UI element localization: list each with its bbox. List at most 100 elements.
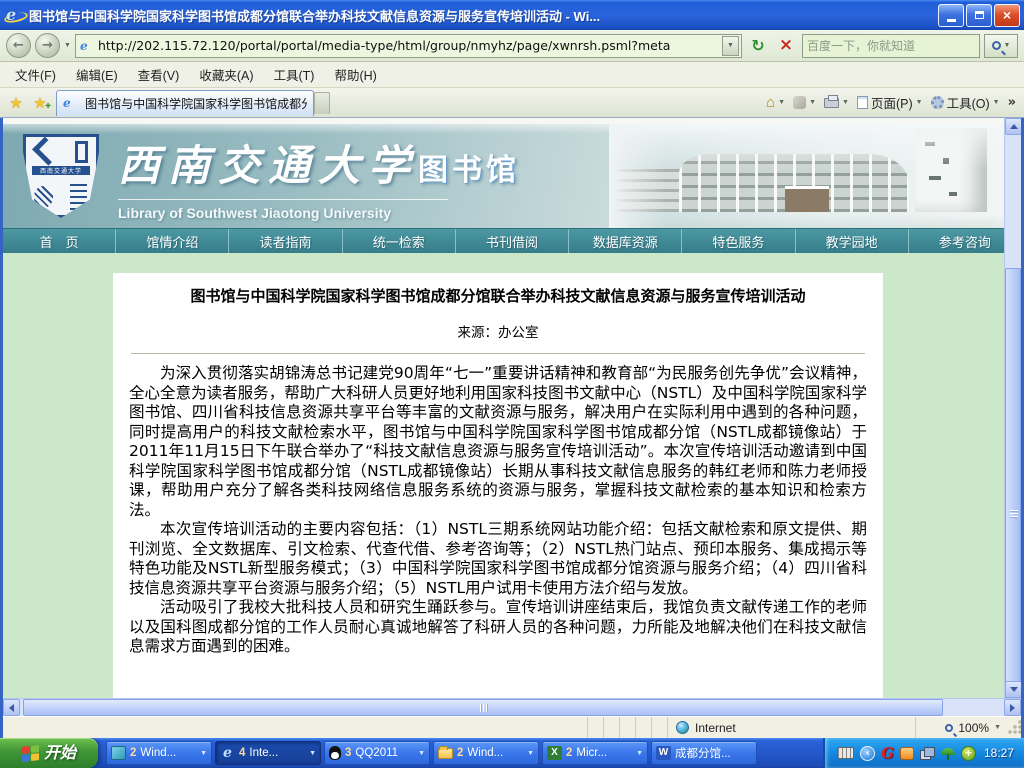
toolbar-overflow-button[interactable]: » (1008, 96, 1016, 109)
scroll-down-button[interactable] (1005, 681, 1021, 698)
zoom-control[interactable]: 100% ▼ (915, 717, 1007, 738)
menu-file[interactable]: 文件(F) (6, 62, 65, 87)
taskbar-group-windows-1[interactable]: 2 Wind... ▼ (106, 741, 212, 765)
minimize-button[interactable] (938, 4, 964, 27)
taskbar-group-excel[interactable]: X 2 Micr... ▼ (542, 741, 648, 765)
restore-icon (975, 11, 984, 19)
address-input[interactable] (98, 38, 722, 53)
search-button[interactable]: ▼ (984, 34, 1018, 58)
scroll-left-button[interactable] (3, 699, 20, 716)
menu-favorites[interactable]: 收藏夹(A) (190, 62, 262, 87)
scroll-right-button[interactable] (1004, 699, 1021, 716)
status-message (3, 717, 587, 738)
arrow-up-icon (1010, 124, 1018, 129)
zoom-magnifier-icon (945, 724, 953, 732)
chevron-down-icon: ▼ (778, 99, 785, 106)
address-field[interactable]: e ▼ (75, 34, 742, 58)
network-icon[interactable] (920, 747, 935, 759)
feeds-button[interactable]: ▼ (793, 96, 816, 109)
status-cell (619, 717, 635, 738)
menu-help[interactable]: 帮助(H) (325, 62, 385, 87)
history-dropdown[interactable]: ▼ (64, 42, 71, 49)
horizontal-scrollbar[interactable] (3, 698, 1021, 716)
menu-tools[interactable]: 工具(T) (264, 62, 323, 87)
page-content: 图书馆与中国科学院国家科学图书馆成都分馆联合举办科技文献信息资源与服务宣传培训活… (3, 253, 1021, 698)
nav-item-home[interactable]: 首 页 (3, 229, 116, 253)
scroll-up-button[interactable] (1005, 118, 1021, 135)
tools-menu-button[interactable]: 工具(O)▼ (931, 93, 1000, 112)
back-button[interactable]: ← (6, 33, 31, 58)
status-bar: Internet 100% ▼ (3, 716, 1021, 738)
arrow-right-icon (1010, 704, 1015, 712)
plus-icon: + (45, 102, 51, 112)
close-button[interactable]: × (994, 4, 1020, 27)
tray-g-app-icon[interactable]: G (881, 746, 894, 761)
shield-emblem (34, 186, 54, 208)
zone-label: Internet (695, 721, 736, 735)
stop-button[interactable]: × (774, 34, 798, 58)
excel-icon: X (547, 746, 562, 760)
favorites-center-button[interactable]: ★ (4, 94, 28, 112)
new-tab-stub[interactable] (314, 92, 330, 114)
horizontal-scroll-thumb[interactable] (23, 699, 943, 716)
zoom-level: 100% (958, 721, 989, 735)
chevron-down-icon: ▼ (842, 99, 849, 106)
arrow-left-icon (9, 704, 14, 712)
task-label: QQ2011 (355, 747, 414, 759)
page-menu-button[interactable]: 页面(P)▼ (857, 93, 923, 112)
nav-item-databases[interactable]: 数据库资源 (569, 229, 682, 253)
chevron-down-icon: ▼ (809, 99, 816, 106)
refresh-button[interactable]: ↻ (746, 34, 770, 58)
restore-button[interactable] (966, 4, 992, 27)
resize-grip[interactable] (1007, 717, 1021, 738)
umbrella-app-icon[interactable] (941, 748, 955, 755)
group-count: 2 (457, 747, 463, 759)
tab-active[interactable]: e 图书馆与中国科学院国家科学图书馆成都分... (56, 90, 314, 116)
taskbar-group-internet-explorer[interactable]: e 4 Inte... ▼ (215, 741, 321, 765)
taskbar-group-windows-2[interactable]: 2 Wind... ▼ (433, 741, 539, 765)
menu-bar: 文件(F) 编辑(E) 查看(V) 收藏夹(A) 工具(T) 帮助(H) (0, 62, 1024, 88)
taskbar-group-qq[interactable]: 3 QQ2011 ▼ (324, 741, 430, 765)
chevron-down-icon: ▼ (309, 750, 316, 757)
nav-item-reader-guide[interactable]: 读者指南 (229, 229, 342, 253)
start-button[interactable]: 开始 (0, 738, 98, 768)
word-icon: W (656, 746, 671, 760)
chevron-down-icon: ▼ (527, 750, 534, 757)
search-box[interactable] (802, 34, 980, 58)
article-paragraph: 本次宣传培训活动的主要内容包括：（1）NSTL三期系统网站功能介绍：包括文献检索… (129, 520, 867, 598)
status-cell (651, 717, 667, 738)
search-input[interactable] (807, 39, 975, 53)
minimize-icon (947, 19, 956, 22)
print-button[interactable]: ▼ (824, 98, 849, 108)
shield-emblem (32, 137, 61, 166)
menu-edit[interactable]: 编辑(E) (67, 62, 127, 87)
refresh-icon: ↻ (751, 38, 764, 54)
rss-icon (793, 96, 806, 109)
collapse-tray-button[interactable]: ‹ (860, 746, 875, 761)
search-options-dropdown[interactable]: ▼ (1004, 42, 1011, 49)
nav-item-unified-search[interactable]: 统一检索 (343, 229, 456, 253)
nav-item-teaching[interactable]: 教学园地 (796, 229, 909, 253)
vertical-scrollbar[interactable] (1004, 118, 1021, 698)
status-cell (635, 717, 651, 738)
add-favorite-button[interactable]: ★+ (28, 94, 52, 112)
security-zone: Internet (667, 717, 915, 738)
vertical-scroll-thumb[interactable] (1005, 268, 1021, 716)
nav-item-borrowing[interactable]: 书刊借阅 (456, 229, 569, 253)
chevron-down-icon: ▼ (727, 42, 734, 49)
tray-messenger-icon[interactable] (900, 747, 914, 760)
divider (131, 353, 865, 354)
home-button[interactable]: ⌂▼ (766, 94, 785, 111)
chevron-down-icon: ▼ (418, 750, 425, 757)
taskbar-item-word[interactable]: W 成都分馆... (651, 741, 757, 765)
nav-item-special-services[interactable]: 特色服务 (682, 229, 795, 253)
menu-view[interactable]: 查看(V) (129, 62, 189, 87)
forward-button[interactable]: → (35, 33, 60, 58)
windows-logo-icon (22, 745, 39, 762)
input-method-icon[interactable] (837, 747, 854, 759)
zoom-dropdown[interactable]: ▼ (994, 724, 1001, 731)
address-dropdown[interactable]: ▼ (722, 36, 739, 56)
nav-item-about[interactable]: 馆情介绍 (116, 229, 229, 253)
internet-globe-icon (676, 721, 689, 734)
tray-plus-app-icon[interactable]: + (961, 746, 976, 761)
